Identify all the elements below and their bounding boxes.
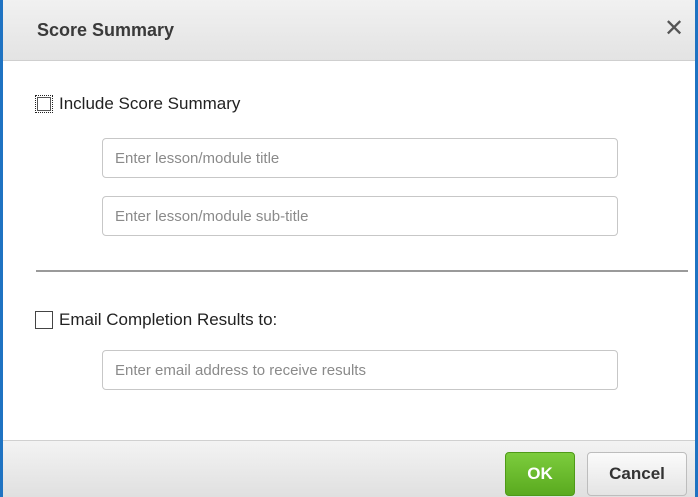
cancel-button[interactable]: Cancel [587, 452, 687, 496]
score-summary-dialog: Score Summary ✕ Include Score Summary Em… [0, 0, 698, 497]
close-icon[interactable]: ✕ [661, 14, 687, 44]
include-score-summary-checkbox[interactable] [35, 95, 53, 113]
dialog-titlebar: Score Summary ✕ [3, 0, 695, 61]
include-score-summary-label: Include Score Summary [59, 94, 241, 113]
email-results-checkbox[interactable] [35, 311, 53, 329]
ok-button[interactable]: OK [505, 452, 575, 496]
email-results-option[interactable]: Email Completion Results to: [35, 310, 277, 330]
section-divider [36, 270, 688, 272]
lesson-subtitle-input[interactable] [102, 196, 618, 236]
lesson-title-input[interactable] [102, 138, 618, 178]
email-results-label: Email Completion Results to: [59, 310, 278, 329]
email-address-input[interactable] [102, 350, 618, 390]
dialog-footer: OK Cancel [3, 440, 695, 497]
include-score-summary-option[interactable]: Include Score Summary [35, 94, 240, 114]
dialog-title: Score Summary [37, 20, 175, 40]
